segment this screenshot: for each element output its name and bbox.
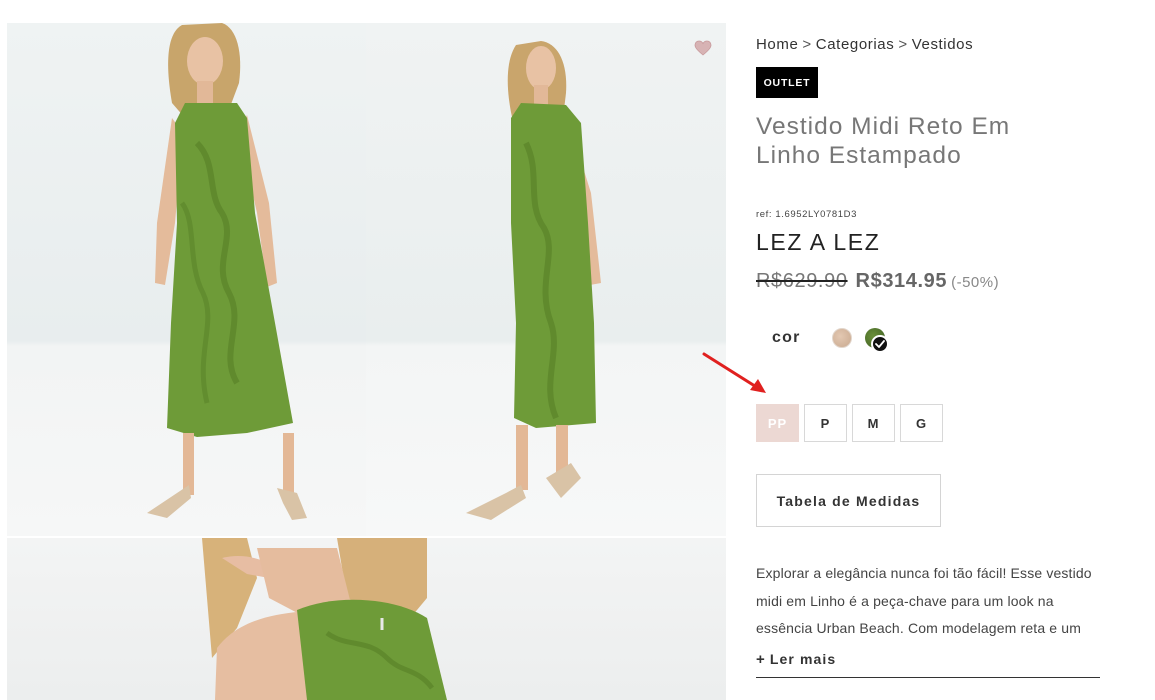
size-table-button[interactable]: Tabela de Medidas [756,474,941,527]
product-title: Vestido Midi Reto Em Linho Estampado [756,113,1011,169]
product-ref: ref: 1.6952LY0781D3 [756,209,858,220]
product-photo-side[interactable] [366,23,726,536]
sale-price: R$314.95 [855,270,948,292]
old-price: R$629.90 [756,270,848,292]
breadcrumb-vestidos[interactable]: Vestidos [912,36,974,53]
product-description: Explorar a elegância nunca foi tão fácil… [756,565,1092,636]
color-selector: cor [772,326,889,353]
plus-icon: + [756,651,766,668]
product-photo-front[interactable] [7,23,366,536]
price-row: R$629.90 R$314.95 (-50%) [756,270,999,293]
size-button-m[interactable]: M [852,404,895,442]
breadcrumb-categorias[interactable]: Categorias [816,36,895,53]
product-brand: LEZ A LEZ [756,229,881,255]
size-button-p[interactable]: P [804,404,847,442]
breadcrumb-home[interactable]: Home [756,36,798,53]
product-photo-detail[interactable] [7,538,726,700]
size-button-pp[interactable]: PP [756,404,799,442]
breadcrumb-separator: > [802,36,812,53]
outlet-badge: OUTLET [756,67,818,98]
read-more-button[interactable]: + Ler mais [756,649,1100,678]
product-info: Home > Categorias > Vestidos OUTLET Vestido … [756,0,1116,700]
color-label: cor [772,329,801,346]
color-swatch-beige[interactable] [831,328,852,348]
breadcrumb: Home > Categorias > Vestidos [756,36,973,53]
heart-icon[interactable] [694,40,712,56]
size-button-g[interactable]: G [900,404,943,442]
size-selector: PP P M G [756,404,948,442]
product-gallery [7,23,726,700]
check-icon [870,335,889,353]
read-more-label: Ler mais [769,651,837,667]
breadcrumb-separator: > [898,36,908,53]
discount-label: (-50%) [951,274,1000,291]
color-swatch-green[interactable] [864,328,889,353]
